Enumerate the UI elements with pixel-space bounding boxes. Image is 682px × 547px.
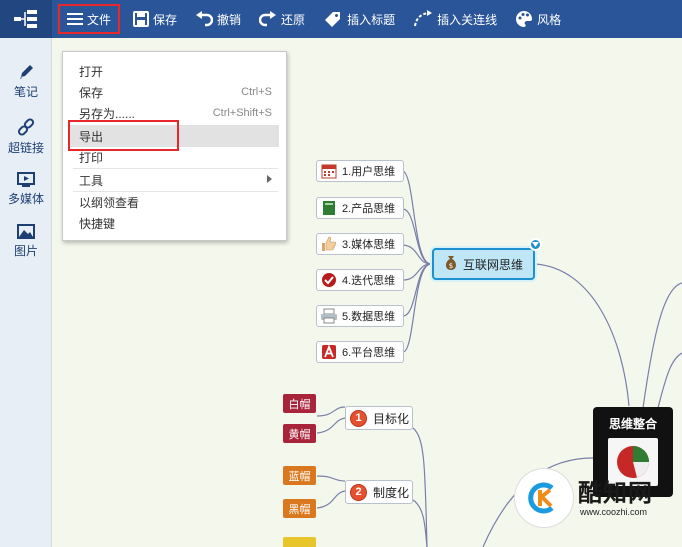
printer-icon <box>320 308 338 324</box>
tag-icon <box>325 12 341 27</box>
sidebar-item-multimedia[interactable]: 多媒体 <box>0 172 52 207</box>
hamburger-icon <box>67 13 83 25</box>
shortcut-label: Ctrl+Shift+S <box>212 107 272 119</box>
mindmap-logo-icon[interactable] <box>0 0 52 38</box>
undo-button[interactable]: 撤销 <box>186 0 250 38</box>
watermark-text: 酷知网 <box>578 480 653 507</box>
menu-item-shortcuts[interactable]: 快捷键 <box>63 213 286 233</box>
letter-a-icon <box>320 344 338 360</box>
save-button[interactable]: 保存 <box>124 0 186 38</box>
menu-separator <box>73 168 278 169</box>
calendar-icon <box>320 163 338 179</box>
system-node-label: 制度化 <box>373 485 410 500</box>
branch-node-media-thinking[interactable]: 3.媒体思维 <box>316 233 404 255</box>
menu-item-label: 快捷键 <box>79 216 116 231</box>
tag-blue-hat[interactable]: 蓝帽 <box>283 466 316 485</box>
center-node[interactable]: $ 互联网思维 <box>432 248 535 280</box>
submenu-arrow-icon <box>267 174 272 186</box>
branch-label: 6.平台思维 <box>342 347 396 359</box>
insert-connector-button[interactable]: 插入关连线 <box>404 0 506 38</box>
tag-white-hat[interactable]: 白帽 <box>283 394 316 413</box>
branch-label: 5.数据思维 <box>342 311 396 323</box>
redo-button[interactable]: 还原 <box>250 0 314 38</box>
redo-icon <box>259 11 277 27</box>
palette-icon <box>516 11 533 27</box>
file-label: 文件 <box>87 12 112 27</box>
insert-label-button[interactable]: 插入标题 <box>314 0 404 38</box>
menu-item-label: 打开 <box>79 64 104 79</box>
check-icon <box>320 272 338 288</box>
style-label: 风格 <box>537 12 562 27</box>
svg-text:$: $ <box>449 262 453 270</box>
sidebar-item-label: 多媒体 <box>7 192 44 206</box>
pencil-icon <box>20 65 33 79</box>
shortcut-label: Ctrl+S <box>241 86 272 98</box>
center-node-label: 互联网思维 <box>462 257 523 272</box>
branch-node-iteration-thinking[interactable]: 4.迭代思维 <box>316 269 404 291</box>
menu-item-label: 保存 <box>79 85 104 100</box>
sidebar: 笔记 超链接 多媒体 图片 <box>0 38 52 547</box>
sidebar-item-label: 图片 <box>13 244 38 258</box>
branch-node-user-thinking[interactable]: 1.用户思维 <box>316 160 404 182</box>
media-icon <box>17 172 35 187</box>
goal-node-label: 目标化 <box>373 411 410 426</box>
branch-node-data-thinking[interactable]: 5.数据思维 <box>316 305 404 327</box>
branch-node-product-thinking[interactable]: 2.产品思维 <box>316 197 404 219</box>
book-icon <box>320 200 338 216</box>
goal-node[interactable]: 1 目标化 <box>345 406 413 430</box>
file-dropdown-menu: 打开 保存 Ctrl+S 另存为...... Ctrl+Shift+S 导出 打… <box>62 51 287 241</box>
undo-icon <box>196 11 214 27</box>
thumbs-up-icon <box>320 236 338 252</box>
menu-item-open[interactable]: 打开 <box>63 61 286 81</box>
tag-black-hat[interactable]: 黑帽 <box>283 499 316 518</box>
connector-icon <box>414 10 433 27</box>
image-icon <box>17 224 35 239</box>
style-button[interactable]: 风格 <box>506 0 570 38</box>
menu-item-label: 以纲领查看 <box>79 195 140 210</box>
branch-node-platform-thinking[interactable]: 6.平台思维 <box>316 341 404 363</box>
save-label: 保存 <box>153 12 178 27</box>
sidebar-item-image[interactable]: 图片 <box>0 224 52 259</box>
sidebar-item-label: 笔记 <box>13 85 38 99</box>
redo-label: 还原 <box>281 12 306 27</box>
save-icon <box>133 11 150 27</box>
menu-item-outline-view[interactable]: 以纲领查看 <box>63 192 286 212</box>
number-badge: 1 <box>350 409 367 427</box>
file-menu-button[interactable]: 文件 <box>58 4 121 34</box>
toolbar: 文件 保存 撤销 还原 插入标题 插入关连线 风格 <box>0 0 682 38</box>
tag-partial[interactable] <box>283 537 316 547</box>
sidebar-item-hyperlink[interactable]: 超链接 <box>0 118 52 156</box>
branch-label: 2.产品思维 <box>342 203 396 215</box>
menu-item-label: 另存为...... <box>79 106 136 121</box>
sidebar-item-notes[interactable]: 笔记 <box>0 64 52 100</box>
insert-label-label: 插入标题 <box>347 12 396 27</box>
number-badge: 2 <box>350 483 367 501</box>
export-highlight-box <box>68 120 179 151</box>
watermark: 酷知网 www.coozhi.com <box>508 463 682 533</box>
watermark-logo-icon <box>514 468 574 528</box>
branch-label: 3.媒体思维 <box>342 239 396 251</box>
menu-item-tools[interactable]: 工具 <box>63 170 286 190</box>
link-icon <box>17 118 35 136</box>
menu-item-save[interactable]: 保存 Ctrl+S <box>63 82 286 102</box>
summary-node-label: 思维整合 <box>608 417 657 431</box>
menu-item-label: 工具 <box>79 173 104 188</box>
menu-item-label: 打印 <box>79 150 104 165</box>
watermark-url: www.coozhi.com <box>580 507 648 517</box>
system-node[interactable]: 2 制度化 <box>345 480 413 504</box>
branch-label: 4.迭代思维 <box>342 275 396 287</box>
sidebar-item-label: 超链接 <box>7 141 44 155</box>
tag-yellow-hat[interactable]: 黄帽 <box>283 424 316 443</box>
collapse-toggle-icon[interactable] <box>529 238 542 251</box>
undo-label: 撤销 <box>217 12 242 27</box>
branch-label: 1.用户思维 <box>342 166 396 178</box>
money-bag-icon: $ <box>444 255 458 274</box>
insert-connector-label: 插入关连线 <box>437 12 498 27</box>
